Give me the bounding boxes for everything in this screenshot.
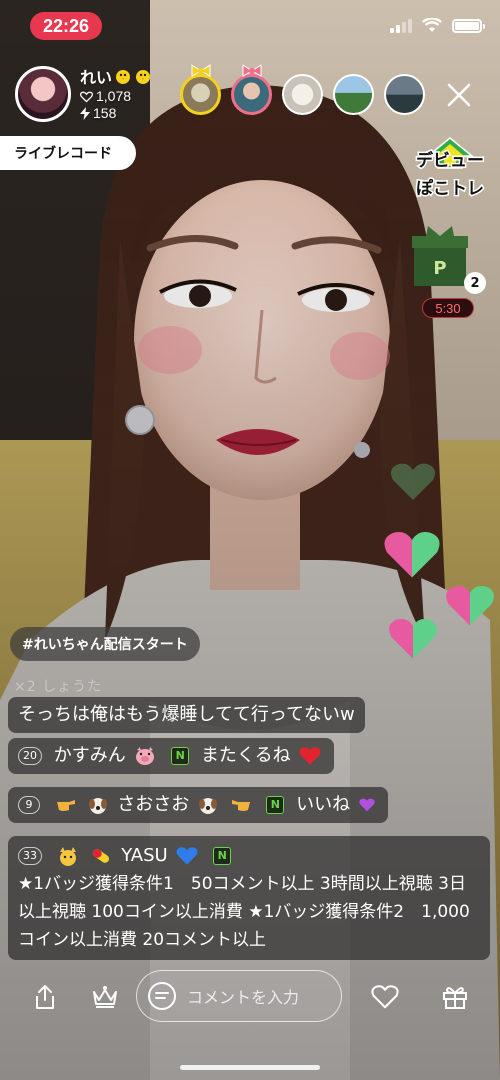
status-time: 22:26: [30, 12, 102, 40]
status-indicators: [390, 18, 485, 33]
chick-emoji-icon: [116, 70, 131, 84]
comment-placeholder: コメントを入力: [187, 988, 300, 1007]
host-avatar[interactable]: [15, 66, 71, 122]
viewer-avatar[interactable]: [384, 74, 425, 115]
share-button[interactable]: [30, 982, 60, 1012]
chat-message: 20 かすみん N またくるね: [8, 738, 335, 774]
chat-username[interactable]: かすみん: [54, 745, 126, 766]
chat-message-text: いいね: [296, 794, 351, 815]
viewer-avatar[interactable]: [180, 74, 221, 115]
cellular-signal-icon: [390, 18, 412, 33]
user-level-badge: 9: [18, 796, 40, 814]
chat-message: 33 YASU N ★1バッジ獲得条件1 50コメント以上 3時間以上視聴 3日…: [8, 836, 490, 960]
like-button[interactable]: [370, 982, 400, 1012]
user-level-badge: 33: [18, 847, 42, 865]
chat-message-text: そっちは俺はもう爆睡してて行ってないw: [18, 704, 355, 725]
pill-emoji-icon: [93, 849, 110, 863]
live-record-button[interactable]: ライブレコード: [0, 136, 136, 170]
lightning-icon: [80, 107, 90, 120]
gift-timer: 5:30: [422, 298, 474, 318]
battery-icon: [452, 18, 485, 33]
pointing-hand-icon: [56, 800, 75, 811]
blue-heart-icon: [176, 847, 198, 865]
dog-emoji-icon: [89, 798, 108, 814]
debut-title-line2: ぽこトレ: [416, 178, 484, 199]
ranking-button[interactable]: [90, 982, 120, 1012]
gift-button[interactable]: [440, 982, 470, 1012]
host-info[interactable]: れい 1,078 158: [80, 64, 152, 122]
gift-box-icon[interactable]: P: [412, 226, 468, 288]
host-name: れい: [80, 70, 113, 87]
viewer-avatar[interactable]: [333, 74, 374, 115]
chat-faded-line: ×2 しょうた: [14, 679, 103, 695]
chick-emoji-icon: [136, 70, 151, 84]
share-icon: [36, 985, 54, 1009]
purple-heart-icon: [359, 798, 375, 812]
user-level-badge: 20: [18, 747, 42, 765]
n-badge-icon: N: [266, 796, 285, 814]
chat-message-text: またくるね: [200, 745, 291, 766]
viewer-avatar-list: [180, 64, 425, 115]
n-badge-icon: N: [171, 747, 190, 765]
pointing-hand-icon: [231, 800, 250, 811]
comment-input[interactable]: コメントを入力: [136, 970, 342, 1022]
comment-icon: [148, 982, 176, 1010]
crown-icon: [93, 986, 117, 1008]
gold-ribbon-icon: [191, 64, 210, 77]
chat-username[interactable]: YASU: [121, 845, 168, 866]
pink-ribbon-icon: [242, 64, 261, 77]
hashtag-pill[interactable]: #れいちゃん配信スタート: [10, 627, 200, 661]
cat-emoji-icon: [59, 847, 76, 866]
chat-message: そっちは俺はもう爆睡してて行ってないw: [8, 697, 365, 733]
floating-heart-icon: [389, 619, 437, 659]
host-points-count: 158: [93, 105, 117, 121]
chat-message-text: ★1バッジ獲得条件1 50コメント以上 3時間以上視聴 3日以上視聴 100コイ…: [18, 874, 470, 950]
floating-heart-icon: [446, 586, 494, 626]
chat-message: 9 さおさお N いいね: [8, 787, 388, 823]
dog-emoji-icon: [198, 798, 217, 814]
host-likes-count: 1,078: [96, 88, 132, 104]
close-icon: [447, 83, 471, 107]
red-heart-icon: [299, 747, 321, 765]
floating-heart-icon: [384, 532, 440, 578]
debut-title-line1: デビュー: [416, 150, 484, 171]
pig-emoji-icon: [136, 747, 155, 765]
svg-text:P: P: [433, 258, 446, 279]
debut-pokotore-banner[interactable]: デビュー ぽこトレ: [412, 136, 488, 204]
wifi-icon: [422, 18, 442, 32]
heart-outline-icon: [80, 91, 93, 103]
gift-count-badge: 2: [464, 272, 486, 294]
floating-heart-icon: [391, 463, 435, 500]
viewer-avatar[interactable]: [231, 74, 272, 115]
n-badge-icon: N: [213, 847, 232, 865]
home-indicator: [180, 1065, 320, 1070]
chat-username[interactable]: さおさお: [117, 794, 189, 815]
gift-icon: [443, 987, 467, 1009]
heart-icon: [371, 985, 399, 1009]
viewer-avatar[interactable]: [282, 74, 323, 115]
close-button[interactable]: [442, 78, 476, 112]
